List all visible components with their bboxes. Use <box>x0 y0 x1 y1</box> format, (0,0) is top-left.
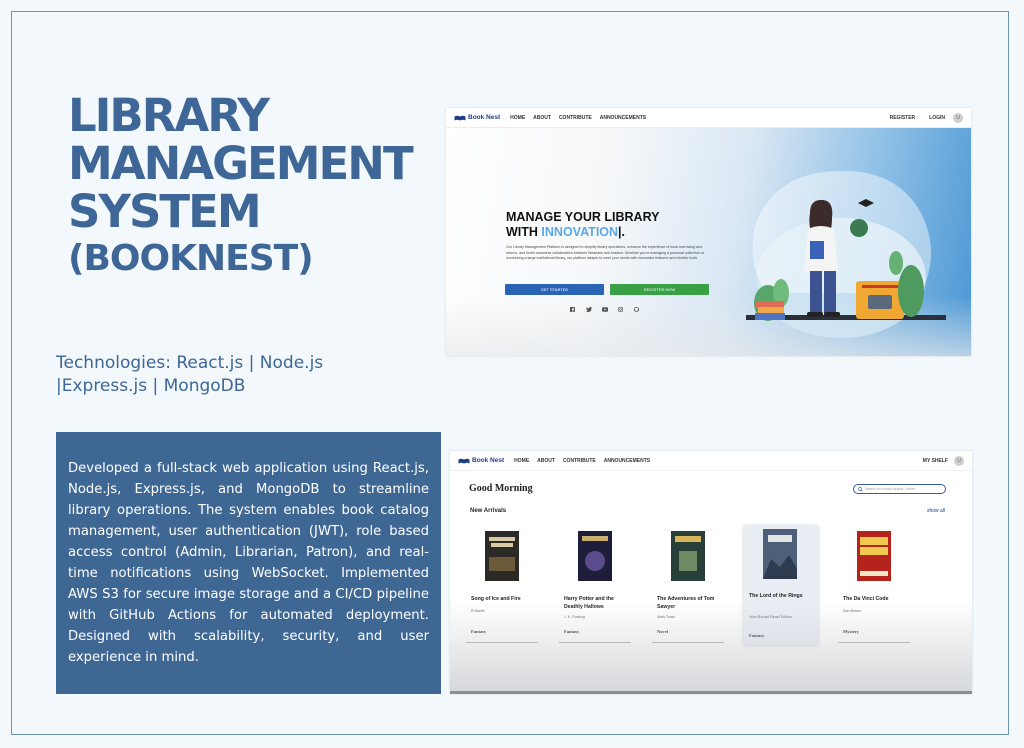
search-input[interactable]: Search for books, Author, Genre <box>853 484 946 494</box>
divider <box>559 642 631 643</box>
navbar: Book Nest HOME ABOUT CONTRIBUTE ANNOUNCE… <box>450 451 972 471</box>
nav-announcements[interactable]: ANNOUNCEMENTS <box>600 115 646 121</box>
title-line: SYSTEM <box>68 185 262 238</box>
get-started-button[interactable]: GET STARTED <box>505 284 604 295</box>
section-title: New Arrivals <box>470 508 507 514</box>
nav-announcements[interactable]: ANNOUNCEMENTS <box>604 458 650 464</box>
book-genre: Novel <box>657 629 668 634</box>
book-card[interactable]: Harry Potter and the Deathly Hallows J. … <box>559 525 633 645</box>
divider <box>838 642 910 643</box>
hero-suffix: |. <box>618 225 626 239</box>
book-genre: Fantasy <box>471 629 487 634</box>
description-box: Developed a full-stack web application u… <box>56 432 441 694</box>
book-author: J. K. Rowling <box>564 615 585 619</box>
instagram-icon[interactable] <box>617 306 624 313</box>
book-author: Mark Twain <box>657 615 676 619</box>
book-card-highlighted[interactable]: The Lord of the Rings John Ronald Reuel … <box>744 525 818 645</box>
book-genre: Mystery <box>843 629 859 634</box>
brand-logo[interactable]: Book Nest <box>458 457 504 464</box>
show-all-link[interactable]: show all <box>927 508 945 514</box>
hero-heading: MANAGE YOUR LIBRARY WITH INNOVATION|. <box>506 210 659 240</box>
nav-home[interactable]: HOME <box>510 115 525 121</box>
nav-home[interactable]: HOME <box>514 458 529 464</box>
book-card[interactable]: The Adventures of Tom Sawyer Mark Twain … <box>652 525 726 645</box>
nav-contribute[interactable]: CONTRIBUTE <box>559 115 592 121</box>
technologies-text: Technologies: React.js | Node.js |Expres… <box>56 353 324 396</box>
book-title: The Da Vinci Code <box>843 596 889 602</box>
search-icon <box>858 486 863 492</box>
nav-about[interactable]: ABOUT <box>533 115 551 121</box>
reader-illustration <box>746 170 946 338</box>
book-author: R.Martin <box>471 609 485 613</box>
title-line: MANAGEMENT <box>68 137 414 190</box>
book-cover <box>857 531 891 581</box>
book-icon <box>458 458 470 463</box>
register-now-button[interactable]: REGISTER NOW <box>610 284 709 295</box>
brand-name: Book Nest <box>468 114 501 121</box>
facebook-icon[interactable] <box>569 306 576 313</box>
brand-name: Book Nest <box>472 457 505 464</box>
description-text: Developed a full-stack web application u… <box>68 461 429 665</box>
hero-heading-line1: MANAGE YOUR LIBRARY <box>506 210 660 224</box>
book-cover <box>763 529 797 579</box>
book-title: Harry Potter and the Deathly Hallows <box>564 596 614 610</box>
book-card[interactable]: The Da Vinci Code Dan Brown Mystery <box>838 525 912 645</box>
title-subtitle: (BOOKNEST) <box>68 238 314 279</box>
my-shelf-link[interactable]: MY SHELF <box>923 458 948 464</box>
hero-heading-prefix: WITH <box>506 225 542 239</box>
social-links <box>569 306 640 313</box>
title-line: LIBRARY <box>68 89 270 142</box>
divider <box>652 642 724 643</box>
book-cover <box>485 531 519 581</box>
book-cover <box>671 531 705 581</box>
book-title: The Adventures of Tom Sawyer <box>657 596 715 610</box>
book-cover <box>578 531 612 581</box>
greeting: Good Morning <box>469 483 533 494</box>
dashboard-screenshot: Book Nest HOME ABOUT CONTRIBUTE ANNOUNCE… <box>450 451 972 694</box>
twitter-icon[interactable] <box>585 306 592 313</box>
page-title: LIBRARY MANAGEMENT SYSTEM (BOOKNEST) <box>68 89 414 282</box>
register-link[interactable]: REGISTER <box>890 115 916 121</box>
book-card[interactable]: Song of Ice and Fire R.Martin Fantasy <box>466 525 540 645</box>
book-title: Song of Ice and Fire <box>471 596 521 602</box>
hero-section: MANAGE YOUR LIBRARY WITH INNOVATION|. Ou… <box>446 128 971 356</box>
hero-paragraph: Our Library Management Platform is desig… <box>506 245 705 260</box>
nav-about[interactable]: ABOUT <box>537 458 555 464</box>
github-icon[interactable] <box>633 306 640 313</box>
youtube-icon[interactable] <box>601 306 608 313</box>
book-genre: Fantasy <box>749 633 765 638</box>
bottom-bar <box>450 691 972 694</box>
nav-contribute[interactable]: CONTRIBUTE <box>563 458 596 464</box>
avatar[interactable]: U <box>954 455 964 466</box>
book-genre: Fantasy <box>564 629 580 634</box>
book-title: The Lord of the Rings <box>749 593 803 599</box>
search-placeholder: Search for books, Author, Genre <box>865 487 916 491</box>
brand-logo[interactable]: Book Nest <box>454 114 500 121</box>
avatar[interactable]: U <box>953 112 963 123</box>
hero-accent: INNOVATION <box>541 225 619 239</box>
landing-screenshot: Book Nest HOME ABOUT CONTRIBUTE ANNOUNCE… <box>446 108 971 356</box>
login-link[interactable]: LOGIN <box>929 115 945 121</box>
divider <box>466 642 538 643</box>
book-author: Dan Brown <box>843 609 861 613</box>
book-author: John Ronald Reuel Tolkien <box>749 615 792 619</box>
navbar: Book Nest HOME ABOUT CONTRIBUTE ANNOUNCE… <box>446 108 971 128</box>
book-icon <box>454 115 466 120</box>
